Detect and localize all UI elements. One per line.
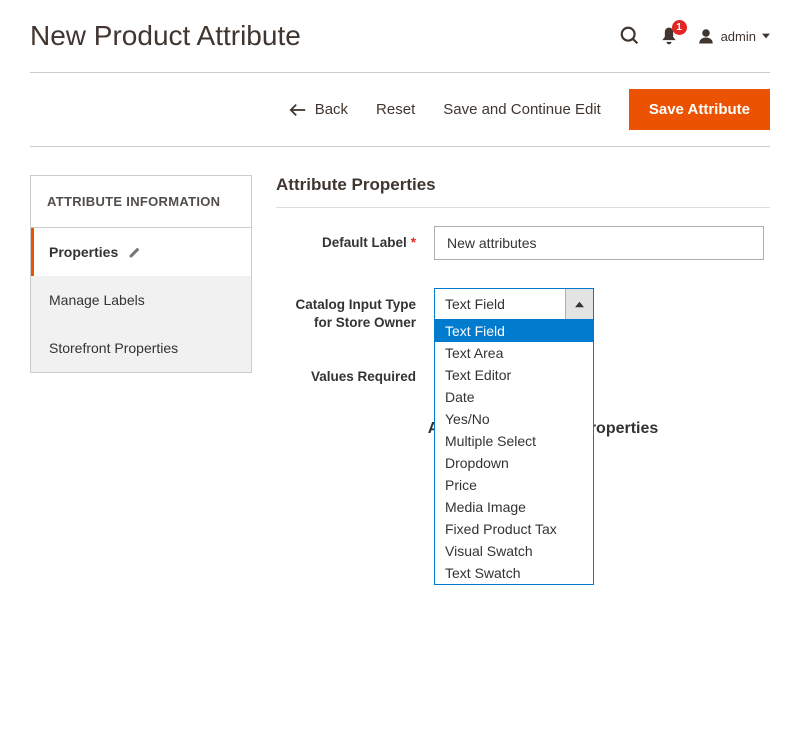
sidebar-item-storefront-properties[interactable]: Storefront Properties [31, 324, 251, 372]
option-text-field[interactable]: Text Field [435, 320, 593, 342]
option-date[interactable]: Date [435, 386, 593, 408]
select-value: Text Field [435, 289, 565, 319]
chevron-up-icon[interactable] [565, 289, 593, 319]
default-label-input[interactable] [434, 226, 764, 260]
option-text-area[interactable]: Text Area [435, 342, 593, 364]
required-star: * [411, 235, 416, 250]
values-required-label: Values Required [276, 360, 434, 386]
dropdown-list: Text Field Text Area Text Editor Date Ye… [434, 320, 594, 585]
option-visual-swatch[interactable]: Visual Swatch [435, 540, 593, 562]
pencil-icon [128, 246, 141, 259]
sidebar-item-properties[interactable]: Properties [31, 228, 251, 276]
sidebar-heading: ATTRIBUTE INFORMATION [31, 176, 251, 228]
back-button[interactable]: Back [289, 101, 348, 118]
option-media-image[interactable]: Media Image [435, 496, 593, 518]
option-price[interactable]: Price [435, 474, 593, 496]
option-text-editor[interactable]: Text Editor [435, 364, 593, 386]
option-fixed-product-tax[interactable]: Fixed Product Tax [435, 518, 593, 540]
chevron-down-icon [762, 32, 770, 40]
sidebar-item-manage-labels[interactable]: Manage Labels [31, 276, 251, 324]
catalog-input-type-select[interactable]: Text Field Text Field Text Area Text Edi… [434, 288, 594, 320]
label-text: Default Label [322, 235, 407, 250]
option-text-swatch[interactable]: Text Swatch [435, 562, 593, 584]
search-icon[interactable] [619, 25, 641, 47]
notifications-icon[interactable]: 1 [659, 26, 679, 46]
divider [30, 146, 770, 147]
arrow-left-icon [289, 103, 307, 117]
reset-button[interactable]: Reset [376, 101, 415, 118]
save-attribute-button[interactable]: Save Attribute [629, 89, 770, 130]
notification-badge: 1 [672, 20, 687, 35]
admin-label: admin [721, 29, 756, 44]
back-label: Back [315, 101, 348, 118]
divider [276, 207, 770, 208]
option-dropdown[interactable]: Dropdown [435, 452, 593, 474]
page-title: New Product Attribute [30, 20, 301, 52]
section-title: Attribute Properties [276, 175, 770, 195]
option-multiple-select[interactable]: Multiple Select [435, 430, 593, 452]
admin-menu[interactable]: admin [697, 27, 770, 45]
option-yes-no[interactable]: Yes/No [435, 408, 593, 430]
catalog-input-type-label: Catalog Input Type for Store Owner [276, 288, 434, 332]
default-label-label: Default Label * [276, 226, 434, 252]
save-continue-button[interactable]: Save and Continue Edit [443, 101, 601, 118]
sidebar: ATTRIBUTE INFORMATION Properties Manage … [30, 175, 252, 373]
sidebar-item-label: Properties [49, 244, 118, 260]
